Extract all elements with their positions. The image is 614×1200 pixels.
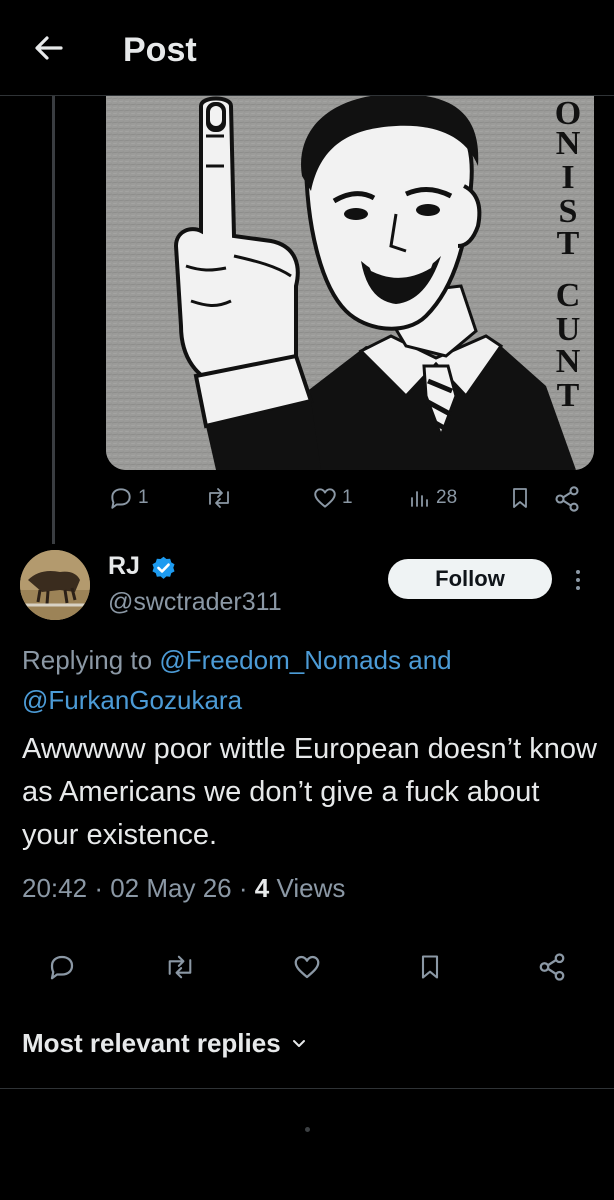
back-arrow-icon[interactable] [27,26,71,70]
heart-icon [314,488,336,508]
bookmark-icon [513,488,527,508]
mention-conjunction[interactable]: and [408,645,451,675]
replies-sort-label: Most relevant replies [22,1028,281,1058]
verified-badge-icon [150,555,177,582]
views-icon [411,491,428,507]
views-action[interactable]: 28 [408,485,457,511]
repost-icon[interactable] [160,945,200,989]
bookmark-icon[interactable] [410,945,450,989]
svg-text:C: C [556,277,581,314]
svg-text:I: I [561,159,574,196]
mention-link[interactable]: @Freedom_Nomads [159,645,401,675]
repost-action[interactable] [205,485,233,511]
repost-icon [209,488,229,508]
heart-icon[interactable] [287,945,327,989]
views-label: Views [276,873,346,903]
replying-to: Replying to @Freedom_Nomads and @FurkanG… [22,640,602,720]
meta-separator: · [238,873,248,903]
svg-text:N: N [556,125,581,162]
reply-action[interactable]: 1 [108,485,149,511]
page-title: Post [123,31,197,69]
author-handle[interactable]: @swctrader311 [108,588,282,617]
more-options-icon[interactable] [570,566,586,596]
loading-indicator [305,1127,310,1132]
meta-separator: · [94,873,103,903]
bookmark-action[interactable] [508,485,532,511]
post-text: Awwwww poor wittle European doesn’t know… [22,733,597,851]
post-time[interactable]: 20:42 [22,873,87,903]
share-icon [555,486,579,512]
divider [0,1088,614,1089]
share-action[interactable] [553,485,581,513]
svg-text:T: T [557,225,580,262]
replies-sort-selector[interactable]: Most relevant replies [22,1028,307,1059]
share-icon[interactable] [532,945,572,989]
like-action[interactable]: 1 [312,485,353,511]
reply-count: 1 [138,487,149,508]
top-bar: Post [0,0,614,96]
post-meta: 20:42 · 02 May 26 · 4 Views [22,870,345,906]
svg-text:N: N [556,343,581,380]
follow-button[interactable]: Follow [388,559,552,599]
reply-icon [111,488,131,509]
views-count: 4 [254,873,270,903]
mention-link[interactable]: @FurkanGozukara [22,685,242,715]
author-name[interactable]: RJ [108,552,140,581]
views-count: 28 [436,487,458,508]
like-count: 1 [342,487,353,508]
thread-connector-line [52,96,55,544]
chevron-down-icon [292,1039,305,1047]
post-actions [0,945,614,993]
avatar[interactable] [20,550,90,620]
reply-icon[interactable] [42,945,82,989]
post-date[interactable]: 02 May 26 [110,873,231,903]
post-image[interactable]: O N I S T C U N T [106,96,594,470]
svg-text:T: T [557,377,580,414]
replying-prefix: Replying to [22,645,153,675]
